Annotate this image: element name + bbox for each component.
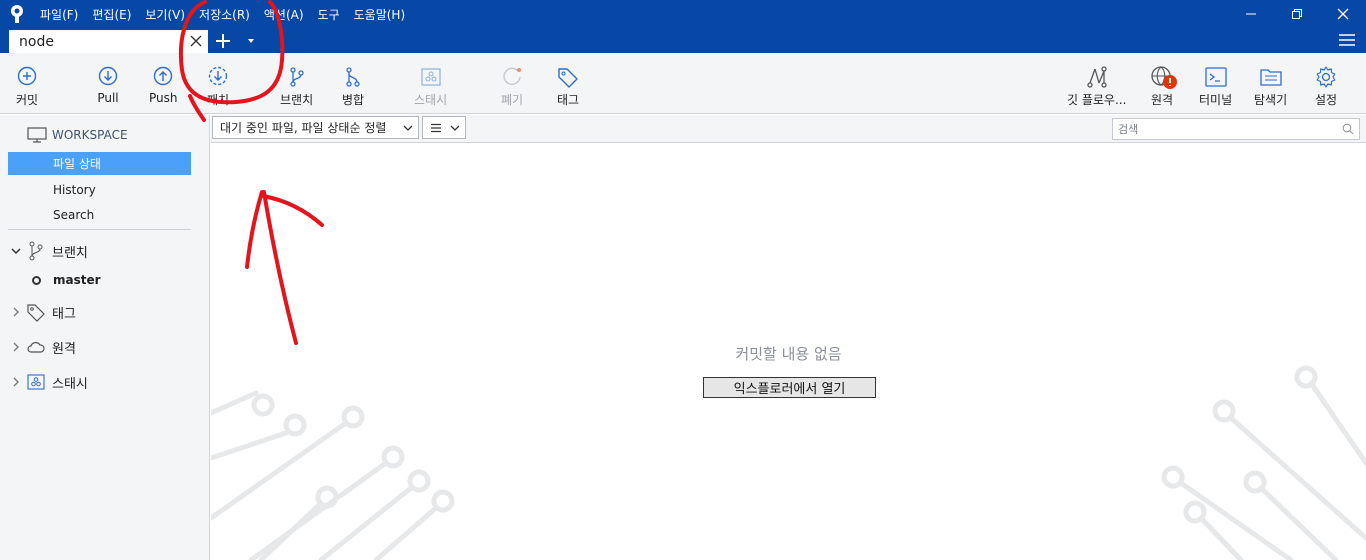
chevron-down-icon — [450, 125, 460, 131]
menu-help[interactable]: 도움말(H) — [348, 6, 412, 23]
chevron-down-icon — [403, 125, 413, 131]
discard-button[interactable]: 폐기 — [500, 53, 524, 114]
sidebar-section-branches[interactable]: 브랜치 — [10, 241, 88, 261]
terminal-button[interactable]: 터미널 — [1199, 53, 1232, 114]
fetch-button[interactable]: 패치 — [206, 53, 230, 114]
menu-file[interactable]: 파일(F) — [34, 6, 84, 23]
hamburger-menu-icon[interactable] — [1338, 32, 1356, 48]
tag-icon — [558, 68, 578, 88]
terminal-icon — [1204, 67, 1227, 87]
merge-button[interactable]: 병합 — [341, 53, 365, 114]
toolbar: 커밋 Pull Push 패치 브랜치 병합 스태시 폐기 태그 깃 플로우..… — [0, 53, 1366, 114]
workspace-header: WORKSPACE — [27, 127, 128, 143]
remote-button[interactable]: 원격 — [1150, 53, 1177, 114]
discard-icon — [503, 67, 521, 86]
cloud-icon — [27, 342, 45, 353]
pull-button[interactable]: Pull — [96, 53, 120, 114]
filter-bar: 대기 중인 파일, 파일 상태순 정렬 검색 — [211, 115, 1366, 143]
git-flow-icon — [1087, 66, 1107, 88]
tab-dropdown-icon[interactable] — [245, 36, 257, 46]
restore-icon — [1292, 9, 1302, 19]
chevron-down-icon — [11, 248, 21, 255]
branch-icon — [29, 241, 43, 261]
repo-tab[interactable]: node — [9, 30, 208, 53]
new-tab-icon[interactable] — [213, 31, 233, 51]
tab-row: node — [0, 28, 1366, 53]
pull-icon — [98, 66, 118, 86]
tag-icon — [27, 304, 45, 322]
search-placeholder: 검색 — [1118, 123, 1139, 136]
folder-icon — [1259, 69, 1282, 86]
minimize-button[interactable] — [1228, 0, 1274, 28]
stash-icon — [420, 68, 441, 86]
fetch-icon — [208, 66, 228, 86]
menu-view[interactable]: 보기(V) — [139, 6, 191, 23]
list-icon — [431, 123, 441, 132]
sidebar-section-stashes[interactable]: 스태시 — [10, 372, 88, 392]
file-sort-select[interactable]: 대기 중인 파일, 파일 상태순 정렬 — [212, 116, 419, 139]
current-branch-icon — [32, 275, 41, 285]
tag-button[interactable]: 태그 — [556, 53, 580, 114]
branch-button[interactable]: 브랜치 — [280, 53, 313, 114]
menu-tools[interactable]: 도구 — [312, 6, 346, 23]
menu-edit[interactable]: 편집(E) — [86, 6, 137, 23]
menu-repository[interactable]: 저장소(R) — [193, 6, 256, 23]
sidebar-item-history[interactable]: History — [8, 178, 191, 201]
push-icon — [154, 66, 173, 86]
open-in-explorer-button[interactable]: 익스플로러에서 열기 — [703, 377, 876, 398]
search-input[interactable]: 검색 — [1112, 118, 1360, 140]
chevron-right-icon — [13, 342, 19, 352]
push-button[interactable]: Push — [149, 53, 178, 114]
git-flow-button[interactable]: 깃 플로우... — [1067, 53, 1126, 114]
empty-state-message: 커밋할 내용 없음 — [735, 345, 842, 363]
restore-button[interactable] — [1274, 0, 1320, 28]
explorer-button[interactable]: 탐색기 — [1254, 53, 1287, 114]
tab-close-icon[interactable] — [188, 33, 204, 49]
repo-tab-label: node — [19, 33, 54, 50]
chevron-right-icon — [13, 307, 19, 317]
close-window-button[interactable] — [1320, 0, 1366, 28]
settings-button[interactable]: 설정 — [1314, 53, 1338, 114]
branch-item-master[interactable]: master — [32, 273, 101, 287]
close-icon — [1337, 8, 1349, 20]
stash-button[interactable]: 스태시 — [414, 53, 447, 114]
menu-actions[interactable]: 액션(A) — [258, 6, 310, 23]
file-status-panel: 커밋할 내용 없음 익스플로러에서 열기 — [211, 143, 1366, 560]
merge-icon — [346, 67, 360, 87]
view-mode-select[interactable] — [422, 116, 466, 139]
commit-icon — [17, 66, 37, 86]
stash-icon — [27, 374, 45, 390]
menu-bar: 파일(F) 편집(E) 보기(V) 저장소(R) 액션(A) 도구 도움말(H) — [0, 0, 1366, 28]
sidebar-section-tags[interactable]: 태그 — [10, 302, 76, 322]
sidebar-section-remotes[interactable]: 원격 — [10, 337, 76, 357]
minimize-icon — [1246, 13, 1256, 15]
gear-icon — [1316, 66, 1336, 88]
sidebar-item-file-status[interactable]: 파일 상태 — [8, 152, 191, 175]
warning-badge-icon — [1163, 75, 1177, 89]
commit-button[interactable]: 커밋 — [15, 53, 39, 114]
sidebar-divider — [8, 229, 191, 230]
sourcetree-logo-icon — [0, 0, 34, 28]
monitor-icon — [27, 127, 47, 143]
sidebar: WORKSPACE 파일 상태 History Search 브랜치 maste… — [0, 115, 210, 560]
branch-icon — [289, 67, 304, 87]
search-icon — [1342, 123, 1354, 135]
window-controls — [1228, 0, 1366, 28]
sidebar-item-search[interactable]: Search — [8, 203, 191, 226]
file-sort-select-value: 대기 중인 파일, 파일 상태순 정렬 — [220, 121, 387, 135]
chevron-right-icon — [13, 377, 19, 387]
